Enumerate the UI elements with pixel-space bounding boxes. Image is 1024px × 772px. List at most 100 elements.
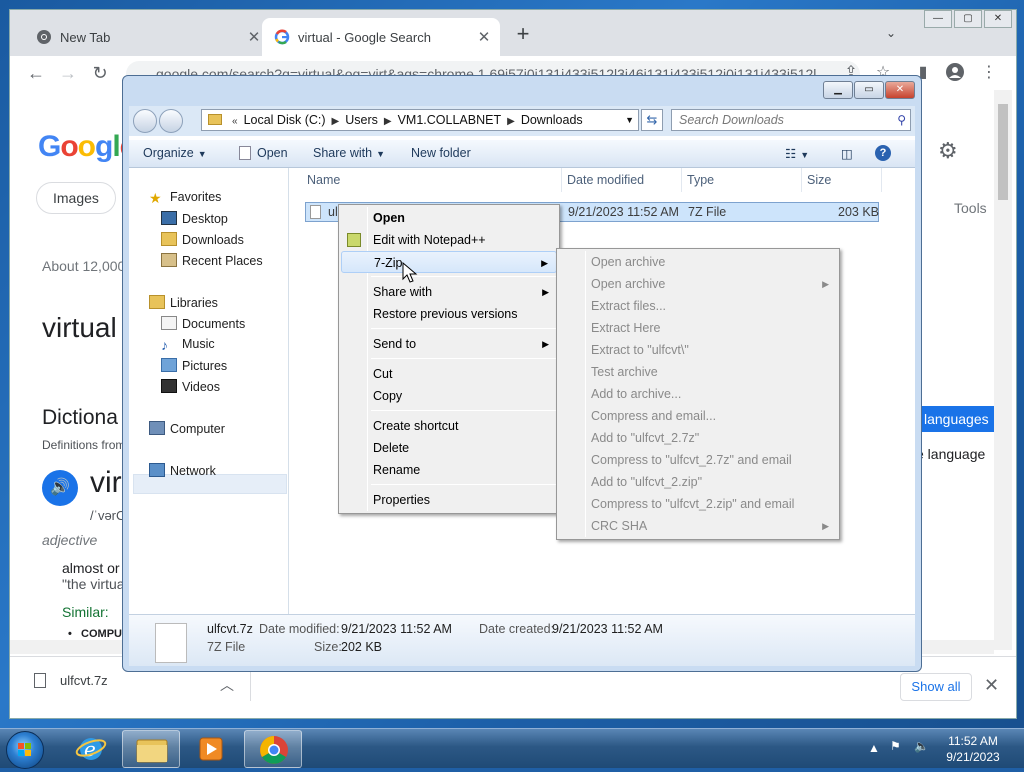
menu-item-open[interactable]: Open [341,207,557,229]
menu-item-crc-sha[interactable]: CRC SHA ▶ [559,515,837,537]
chevron-down-icon[interactable]: ▼ [625,110,634,130]
scrollbar-thumb[interactable] [998,104,1008,200]
action-center-icon[interactable]: ⚑ [890,739,901,753]
menu-item-compress-7z-email[interactable]: Compress to "ulfcvt_2.7z" and email [559,449,837,471]
new-folder-button[interactable]: New folder [411,146,471,160]
show-hidden-icons[interactable]: ▲ [868,741,880,755]
column-type[interactable]: Type [687,173,714,187]
nav-documents[interactable]: Documents [161,316,245,331]
menu-item-compress-zip-email[interactable]: Compress to "ulfcvt_2.zip" and email [559,493,837,515]
menu-item-7zip[interactable]: 7-Zip ▶ [341,251,557,273]
menu-item-properties[interactable]: Properties [341,489,557,511]
menu-kebab-icon[interactable]: ⋮ [978,63,1000,85]
column-divider[interactable] [801,168,802,192]
tools-button[interactable]: Tools [954,200,987,216]
menu-item-edit-notepad[interactable]: Edit with Notepad++ [341,229,557,251]
page-scrollbar[interactable] [994,90,1012,650]
new-tab-icon[interactable]: + [510,22,536,48]
nav-recent-places[interactable]: Recent Places [161,253,263,268]
minimize-icon[interactable]: — [924,10,952,28]
breadcrumb-item[interactable]: Downloads [521,113,583,127]
open-button[interactable]: Open [239,146,288,160]
column-name[interactable]: Name [307,173,340,187]
menu-item-compress-email[interactable]: Compress and email... [559,405,837,427]
chevron-right-icon[interactable]: ▶ [384,116,392,127]
menu-item-cut[interactable]: Cut [341,363,557,385]
taskbar-windows-explorer[interactable] [122,730,180,768]
nav-music[interactable]: ♪ Music [161,337,215,353]
close-download-bar-icon[interactable]: ✕ [984,675,999,696]
menu-item-copy[interactable]: Copy [341,385,557,407]
languages-button[interactable]: languages [918,406,998,432]
nav-favorites[interactable]: ★ Favorites [149,190,221,206]
refresh-icon[interactable]: ⇆ [641,109,663,131]
speaker-icon[interactable]: 🔊 [42,470,78,506]
menu-item-extract-files[interactable]: Extract files... [559,295,837,317]
show-all-button[interactable]: Show all [900,673,972,701]
close-icon[interactable]: ✕ [885,81,915,99]
breadcrumb[interactable]: « Local Disk (C:) ▶ Users ▶ VM1.COLLABNET ▶ Dow… [201,109,639,131]
column-divider[interactable] [681,168,682,192]
menu-item-open-archive[interactable]: Open archive [559,251,837,273]
overflow-chevron-icon[interactable]: « [232,116,238,127]
breadcrumb-item[interactable]: VM1.COLLABNET [398,113,502,127]
chevron-right-icon[interactable]: ▶ [507,116,515,127]
forward-icon[interactable] [159,109,183,133]
google-logo[interactable]: Google [38,130,136,164]
profile-avatar-icon[interactable] [944,63,966,85]
menu-item-share-with[interactable]: Share with ▶ [341,281,557,303]
help-icon[interactable]: ? [875,145,891,161]
back-arrow-icon[interactable]: ← [24,62,48,86]
close-icon[interactable]: ✕ [984,10,1012,28]
menu-item-restore-versions[interactable]: Restore previous versions [341,303,557,325]
preview-pane-icon[interactable]: ◫ [841,146,853,161]
menu-item-extract-here[interactable]: Extract Here [559,317,837,339]
tab-close-icon[interactable]: ✕ [474,28,494,46]
start-button[interactable] [6,731,44,769]
breadcrumb-item[interactable]: Users [345,113,378,127]
share-with-button[interactable]: Share with ▼ [313,146,385,160]
forward-arrow-icon[interactable]: → [56,62,80,86]
minimize-icon[interactable]: ▁ [823,81,853,99]
menu-item-open-archive-submenu[interactable]: Open archive ▶ [559,273,837,295]
back-icon[interactable] [133,109,157,133]
column-divider[interactable] [881,168,882,192]
view-options-icon[interactable]: ☷ ▼ [785,146,809,161]
images-chip[interactable]: Images [36,182,116,214]
menu-item-test-archive[interactable]: Test archive [559,361,837,383]
menu-item-delete[interactable]: Delete [341,437,557,459]
download-item[interactable]: ulfcvt.7z [34,673,108,688]
taskbar-internet-explorer[interactable]: e [62,730,120,768]
tab-new-tab[interactable]: New Tab ✕ [24,18,270,56]
search-icon[interactable]: ⚲ [897,110,906,130]
nav-computer[interactable]: Computer [149,421,225,436]
system-clock[interactable]: 11:52 AM 9/21/2023 [942,733,1004,765]
settings-gear-icon[interactable]: ⚙ [938,138,958,164]
nav-libraries[interactable]: Libraries [149,295,218,310]
tab-search-chevron-icon[interactable]: ⌄ [886,26,904,44]
menu-item-send-to[interactable]: Send to ▶ [341,333,557,355]
column-size[interactable]: Size [807,173,831,187]
menu-item-add-to-archive[interactable]: Add to archive... [559,383,837,405]
maximize-icon[interactable]: ▢ [954,10,982,28]
menu-item-rename[interactable]: Rename [341,459,557,481]
menu-item-create-shortcut[interactable]: Create shortcut [341,415,557,437]
organize-button[interactable]: Organize ▼ [143,146,207,160]
breadcrumb-item[interactable]: Local Disk (C:) [244,113,326,127]
search-input[interactable]: Search Downloads ⚲ [671,109,911,131]
nav-downloads[interactable]: Downloads [161,232,244,247]
reload-icon[interactable]: ↻ [88,62,112,86]
taskbar-media-player[interactable] [182,730,240,768]
tab-google-search[interactable]: virtual - Google Search ✕ [262,18,500,56]
nav-pictures[interactable]: Pictures [161,358,227,373]
maximize-icon[interactable]: ▭ [854,81,884,99]
menu-item-extract-to[interactable]: Extract to "ulfcvt\" [559,339,837,361]
taskbar-chrome[interactable] [244,730,302,768]
menu-item-add-to-7z[interactable]: Add to "ulfcvt_2.7z" [559,427,837,449]
nav-videos[interactable]: Videos [161,379,220,394]
chevron-right-icon[interactable]: ▶ [332,116,340,127]
menu-item-add-to-zip[interactable]: Add to "ulfcvt_2.zip" [559,471,837,493]
nav-desktop[interactable]: Desktop [161,211,228,226]
similar-word[interactable]: • COMPU [68,628,122,640]
chevron-up-icon[interactable]: ︿ [220,675,234,695]
